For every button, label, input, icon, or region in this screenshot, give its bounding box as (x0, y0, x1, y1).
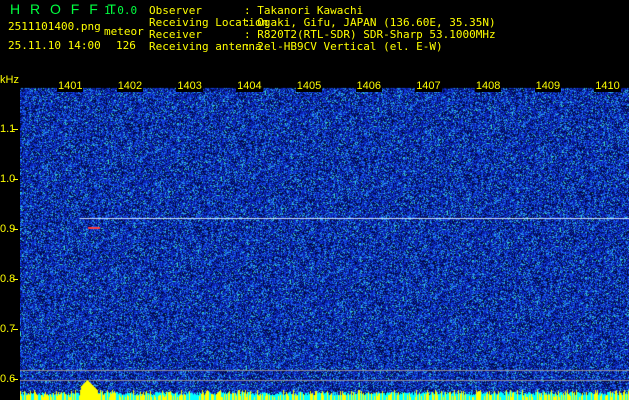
x-tick-label: 1403 (176, 80, 203, 92)
y-tick-mark (13, 179, 18, 180)
meteor-label: meteor (104, 25, 144, 38)
x-tick-label: 1405 (295, 80, 323, 92)
app-version: 1.0.0 (104, 4, 138, 17)
app-title: H R O F F T (10, 1, 119, 17)
meteor-count: 126 (116, 39, 136, 52)
x-tick-label: 1410 (594, 80, 621, 92)
y-tick-mark (13, 329, 18, 330)
file-datetime: 25.11.10 14:00 (8, 39, 101, 52)
x-tick-label: 1401 (57, 80, 84, 92)
spectrogram (20, 80, 629, 400)
antenna-value: : 2el-HB9CV Vertical (el. E-W) (244, 40, 443, 53)
x-tick-label: 1409 (534, 80, 562, 92)
x-tick-label: 1404 (236, 80, 263, 92)
y-tick-mark (13, 379, 18, 380)
x-tick-label: 1406 (355, 80, 382, 92)
y-tick-mark (13, 229, 18, 230)
y-tick-mark (13, 279, 18, 280)
file-name: 2511101400.png (8, 20, 101, 33)
y-axis-unit: kHz (0, 74, 19, 86)
x-tick-label: 1402 (116, 80, 144, 92)
x-tick-label: 1408 (474, 80, 502, 92)
x-tick-label: 1407 (415, 80, 442, 92)
y-tick-mark (13, 129, 18, 130)
